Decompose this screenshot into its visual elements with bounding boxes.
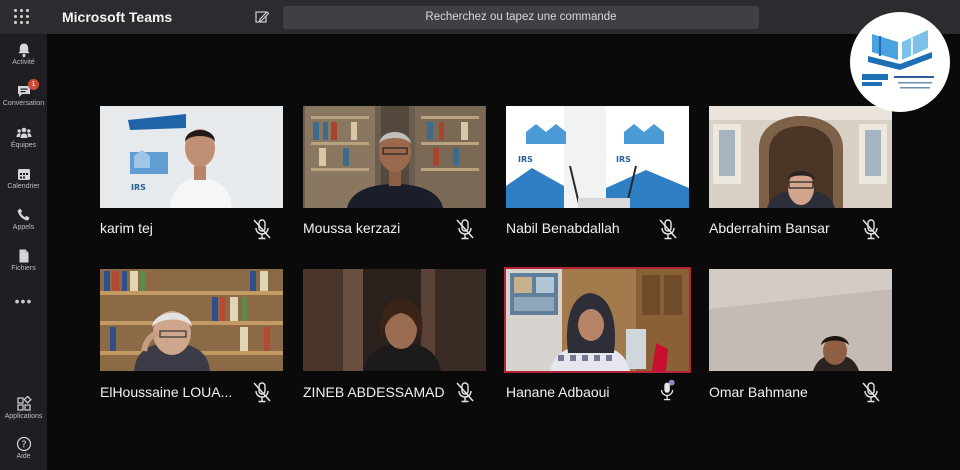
rail-item-calendar[interactable]: Calendrier [0, 166, 47, 190]
svg-text:IRS: IRS [616, 155, 631, 164]
svg-text:IRS: IRS [131, 183, 146, 192]
organization-logo [850, 12, 950, 112]
help-icon: ? [16, 436, 31, 452]
participant-video [303, 106, 486, 208]
meeting-stage: IRS karim tej Moussa kerzazi IRS IRS Nab… [47, 34, 960, 470]
app-title: Microsoft Teams [62, 9, 173, 25]
rail-label: Calendrier [7, 183, 40, 190]
rail-item-chat[interactable]: 1 Conversation [0, 79, 47, 107]
participant-name: Hanane Adbaoui [506, 384, 610, 400]
participant-video: IRS [100, 106, 283, 208]
svg-text:IRS: IRS [518, 155, 533, 164]
new-chat-icon[interactable] [254, 9, 270, 25]
app-launcher-icon[interactable] [14, 9, 30, 25]
participant-name: karim tej [100, 220, 153, 236]
video-tile[interactable] [303, 106, 486, 208]
rail-label: Activité [12, 59, 35, 66]
rail-label: Appels [12, 224, 35, 231]
rail-label: Applications [4, 413, 43, 420]
teams-icon [16, 127, 31, 138]
rail-item-teams[interactable]: Équipes [0, 125, 47, 149]
unread-badge: 1 [28, 79, 39, 90]
video-tile[interactable] [709, 269, 892, 371]
rail-item-help[interactable]: ? Aide [0, 436, 47, 460]
mic-muted-icon [862, 219, 880, 240]
title-bar: Microsoft Teams Recherchez ou tapez une … [0, 0, 960, 34]
participant-name: Omar Bahmane [709, 384, 808, 400]
participant-name: Moussa kerzazi [303, 220, 401, 236]
logo-book-icon [862, 30, 934, 89]
rail-item-calls[interactable]: Appels [0, 207, 47, 231]
video-tile[interactable] [709, 106, 892, 208]
participant-name: Nabil Benabdallah [506, 220, 620, 236]
participant-name: ElHoussaine LOUA... [100, 384, 233, 400]
bell-icon [17, 43, 30, 58]
command-search-input[interactable]: Recherchez ou tapez une commande [283, 6, 759, 29]
participant-video [709, 106, 892, 208]
file-icon [19, 249, 28, 263]
video-tile[interactable] [100, 269, 283, 371]
mic-muted-icon [253, 382, 271, 403]
rail-label: Aide [16, 453, 31, 460]
participant-video [303, 269, 486, 371]
participant-video [709, 269, 892, 371]
rail-item-applications[interactable]: Applications [0, 396, 47, 420]
mic-speaking-icon [660, 379, 675, 401]
mic-muted-icon [659, 219, 677, 240]
video-tile[interactable]: IRS [100, 106, 283, 208]
participant-video: IRS IRS [506, 106, 689, 208]
app-rail: Activité 1 Conversation Équipes Calendri… [0, 34, 47, 470]
participant-video [506, 269, 689, 371]
phone-icon [17, 208, 29, 221]
participant-name: Abderrahim Bansar [709, 220, 830, 236]
video-tile[interactable]: IRS IRS [506, 106, 689, 208]
rail-label: Fichiers [11, 265, 36, 272]
mic-muted-icon [862, 382, 880, 403]
mic-muted-icon [253, 219, 271, 240]
video-tile[interactable] [303, 269, 486, 371]
participant-video [100, 269, 283, 371]
rail-item-activity[interactable]: Activité [0, 42, 47, 66]
rail-label: Équipes [10, 142, 37, 149]
rail-item-files[interactable]: Fichiers [0, 248, 47, 272]
apps-icon [16, 396, 32, 411]
calendar-icon [17, 169, 30, 180]
rail-label: Conversation [2, 100, 45, 107]
more-apps-button[interactable]: ••• [0, 294, 47, 308]
svg-text:?: ? [21, 440, 26, 451]
mic-muted-icon [456, 382, 474, 403]
participant-name: ZINEB ABDESSAMAD [303, 384, 445, 400]
video-tile-active-speaker[interactable] [504, 267, 691, 373]
mic-muted-icon [456, 219, 474, 240]
